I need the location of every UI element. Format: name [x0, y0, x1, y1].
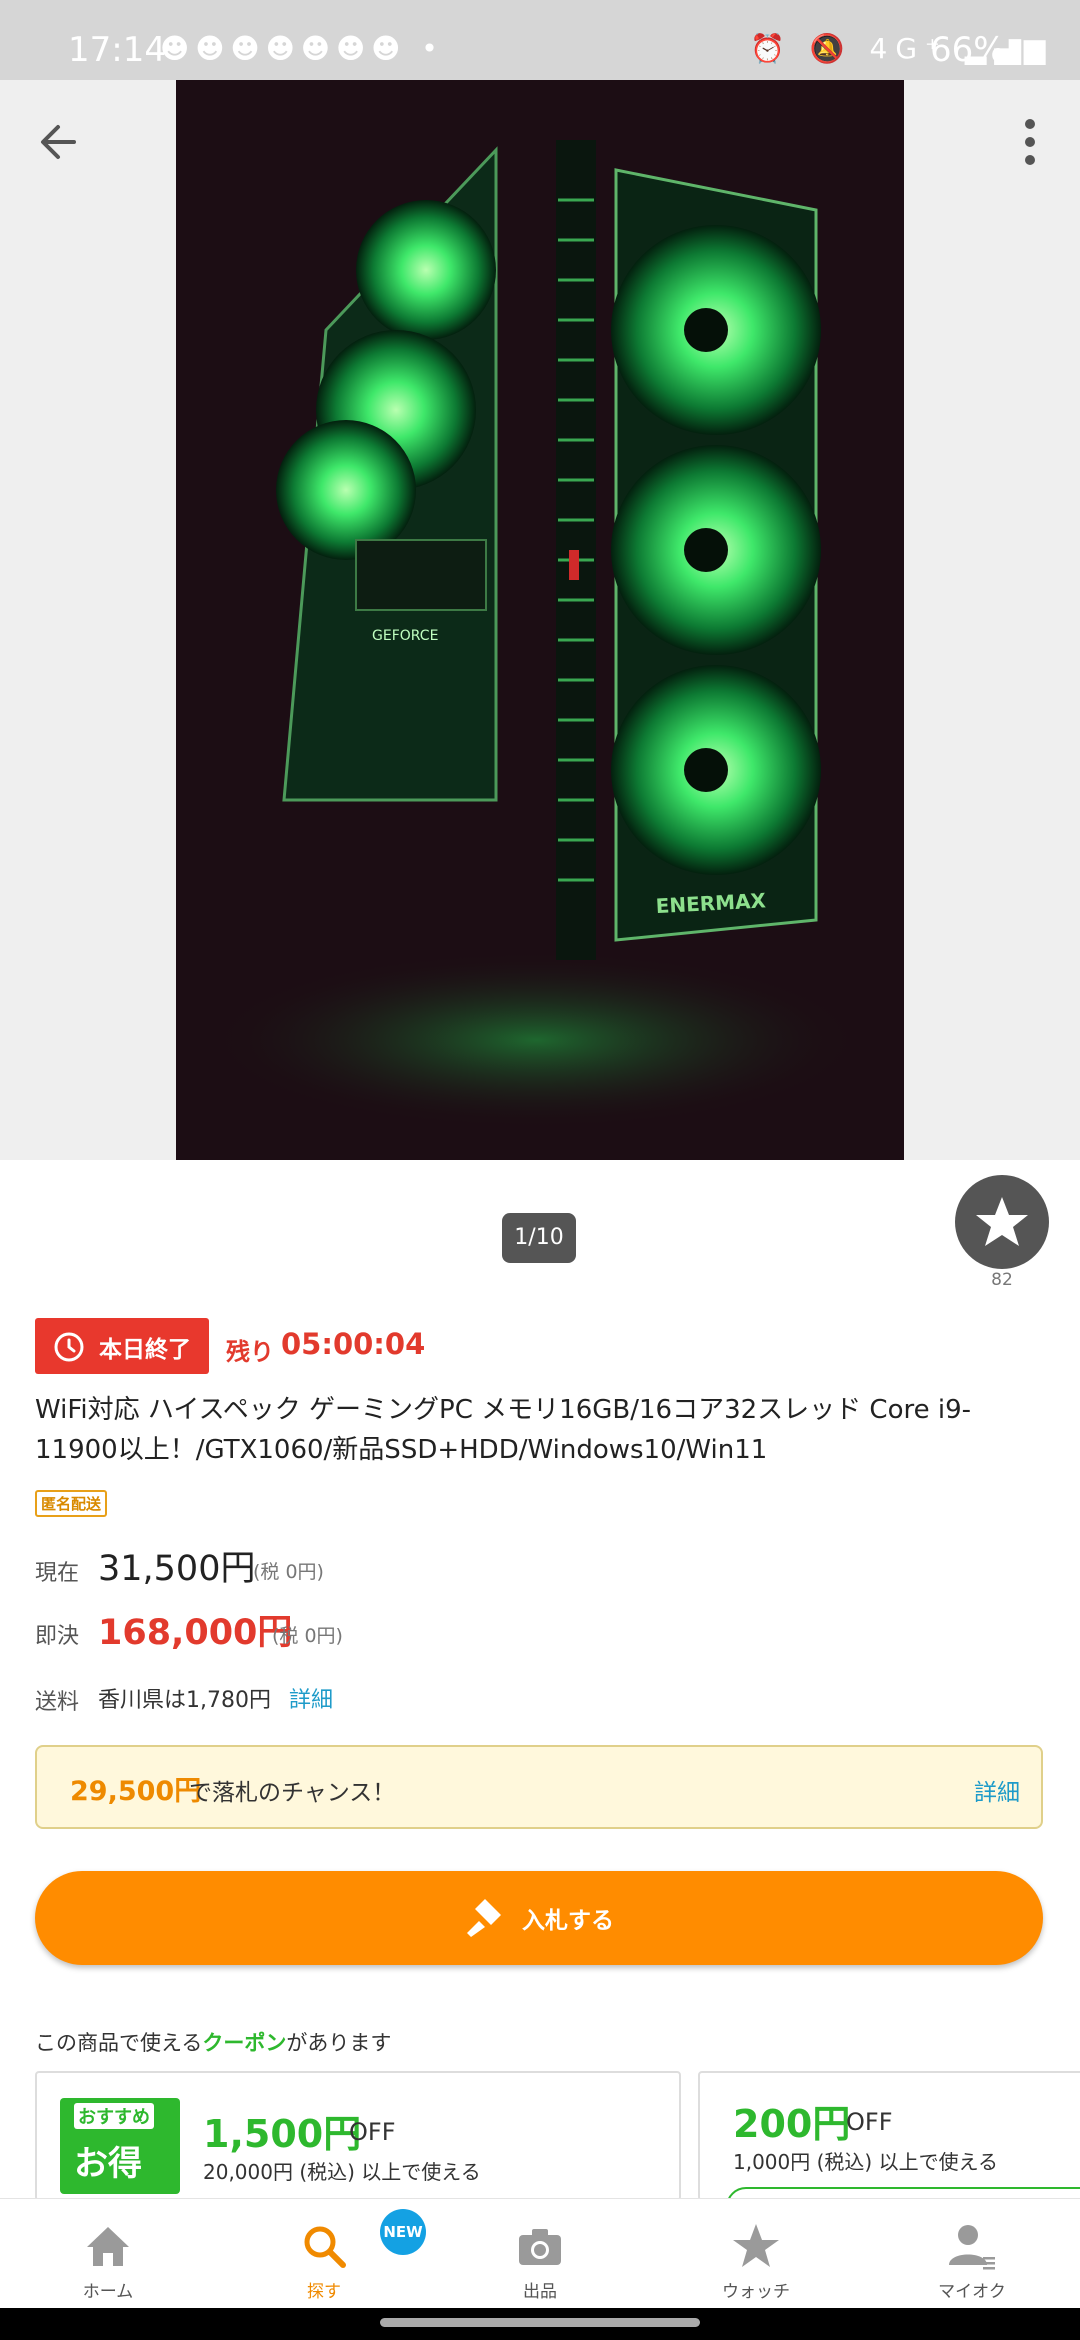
coupon-heading-pre: この商品で使える [35, 2031, 203, 2055]
coupon-card[interactable]: 200円 OFF 1,000円 (税込) 以上で使える [698, 2071, 1080, 2201]
home-gesture-handle[interactable] [380, 2318, 700, 2327]
image-counter: 1/10 [502, 1213, 576, 1263]
win-chance-text: で落札のチャンス！ [189, 1780, 396, 1806]
win-chance-amount: 29,500円 [70, 1776, 202, 1807]
win-chance-detail-link[interactable]: 詳細 [974, 1773, 1020, 1807]
battery-indicator: 66%▮ [930, 30, 1025, 70]
camera-icon [519, 2229, 561, 2265]
recommended-badge-top: おすすめ [74, 2103, 154, 2129]
clock-icon [54, 1332, 84, 1362]
coupon-heading: この商品で使えるクーポンがあります [35, 2027, 391, 2057]
shipping-value: 香川県は1,780円 [98, 1688, 271, 1713]
arrow-left-icon [41, 125, 76, 159]
coupon-condition: 20,000円 (税込) 以上で使える [203, 2160, 481, 2184]
anonymous-shipping-tag: 匿名配送 [35, 1490, 108, 1517]
gavel-icon [467, 1899, 501, 1937]
notification-icons: ☻☻☻☻☻☻☻ • [160, 32, 444, 65]
coupon-heading-post: があります [286, 2031, 392, 2055]
coupon-off-label: OFF [349, 2118, 396, 2146]
status-time: 17:14 [68, 30, 166, 70]
back-button[interactable] [30, 110, 94, 174]
new-badge: NEW [380, 2209, 426, 2255]
shipping-detail-link[interactable]: 詳細 [289, 1682, 333, 1714]
remaining-time: 05:00:04 [281, 1327, 426, 1361]
item-title: WiFi対応 ハイスペック ゲーミングPC メモリ16GB/16コア32スレッド… [35, 1395, 972, 1465]
home-icon [87, 2227, 129, 2266]
win-chance-banner[interactable]: 29,500円 で落札のチャンス！ 詳細 [35, 1745, 1043, 1829]
star-icon [976, 1197, 1028, 1246]
bid-button[interactable]: 入札する [35, 1871, 1043, 1965]
buyout-price: 168,000円 [98, 1613, 293, 1653]
coupon-amount: 200円 [733, 2102, 851, 2146]
coupon-off-label: OFF [846, 2108, 893, 2136]
recommended-badge: おすすめ お得 [60, 2098, 180, 2194]
coupon-condition: 1,000円 (税込) 以上で使える [733, 2150, 998, 2174]
current-price-label: 現在 [35, 1561, 80, 1586]
current-price-tax: (税 0円) [253, 1561, 324, 1583]
product-photo[interactable]: GEFORCE ENERMAX [176, 80, 904, 1160]
nav-sell[interactable]: 出品 [432, 2199, 648, 2309]
nav-myauction[interactable]: マイオク [864, 2199, 1080, 2309]
nav-watch-label: ウォッチ [722, 2282, 790, 2302]
more-menu-button[interactable] [1010, 112, 1050, 172]
person-icon [949, 2225, 995, 2270]
coupon-heading-link[interactable]: クーポン [202, 2031, 286, 2055]
more-vertical-icon [1025, 119, 1035, 165]
ending-today-badge: 本日終了 [35, 1318, 209, 1374]
coupon-amount: 1,500円 [203, 2112, 362, 2156]
pc-case-illustration: GEFORCE ENERMAX [176, 80, 904, 1160]
shipping-label: 送料 [35, 1690, 80, 1715]
nav-home-label: ホーム [82, 2282, 134, 2302]
watch-count: 82 [991, 1270, 1013, 1290]
bottom-navigation: ホーム 探す 出品 ウォッチ マイオク [0, 2198, 1080, 2309]
nav-search-label: 探す [307, 2282, 341, 2302]
recommended-badge-main: お得 [74, 2144, 142, 2184]
bid-button-label: 入札する [522, 1908, 614, 1934]
nav-sell-label: 出品 [523, 2282, 557, 2302]
watch-button[interactable] [955, 1175, 1049, 1269]
buyout-price-tax: (税 0円) [272, 1625, 343, 1647]
ending-badge-label: 本日終了 [99, 1337, 191, 1363]
nav-watch[interactable]: ウォッチ [648, 2199, 864, 2309]
nav-myauction-label: マイオク [938, 2282, 1006, 2302]
search-icon [304, 2226, 346, 2268]
svg-text:GEFORCE: GEFORCE [372, 628, 438, 644]
current-price: 31,500円 [98, 1549, 256, 1589]
nav-home[interactable]: ホーム [0, 2199, 216, 2309]
buyout-price-label: 即決 [35, 1624, 80, 1649]
star-icon [733, 2224, 779, 2267]
coupon-card[interactable]: おすすめ お得 1,500円 OFF 20,000円 (税込) 以上で使える [35, 2071, 681, 2201]
remaining-label: 残り [226, 1338, 274, 1366]
